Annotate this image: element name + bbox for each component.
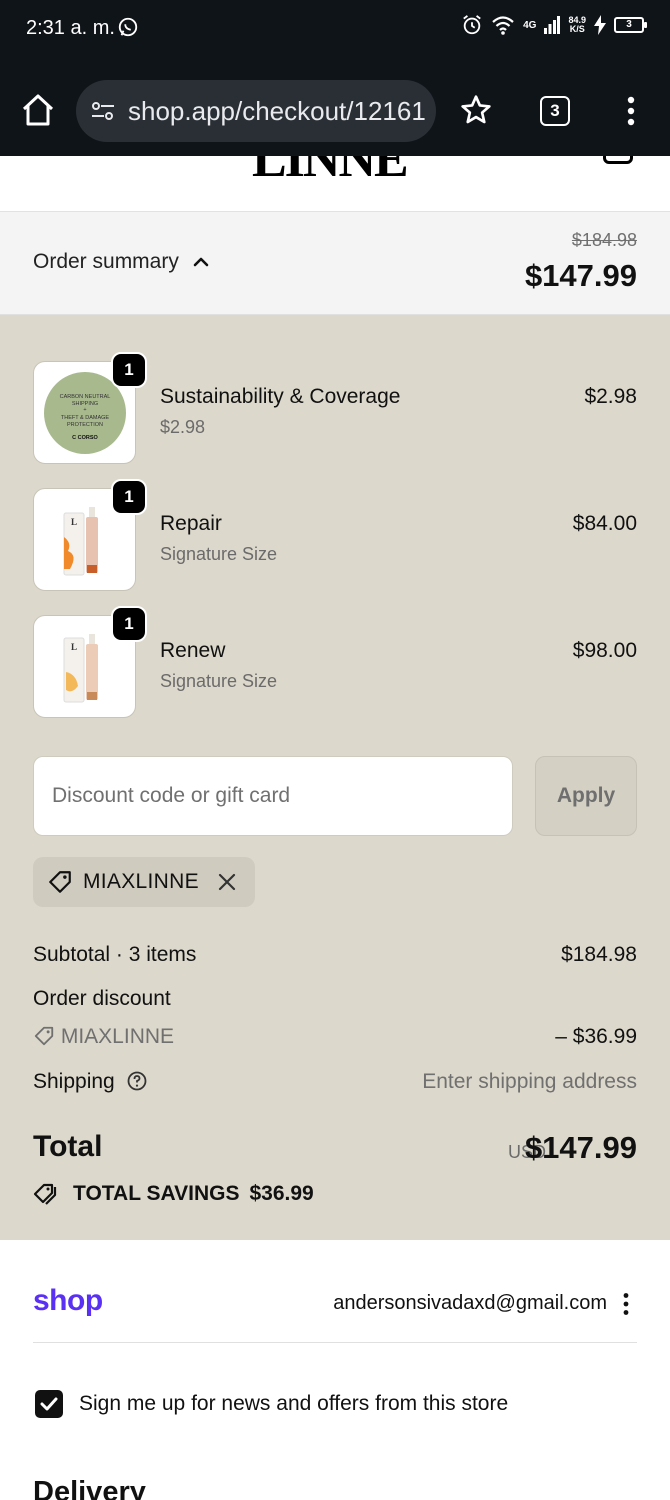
svg-text:THEFT & DAMAGE: THEFT & DAMAGE xyxy=(61,415,110,421)
svg-text:L: L xyxy=(71,642,77,652)
item-price: $98.00 xyxy=(572,639,637,662)
site-settings-icon[interactable] xyxy=(90,100,116,122)
help-circle-icon[interactable] xyxy=(127,1071,147,1091)
svg-text:C CORSO: C CORSO xyxy=(72,435,98,441)
line-item: L 1 Repair Signature Size $84.00 xyxy=(33,479,637,592)
order-summary-bar: Order summary $184.98 $147.99 xyxy=(0,212,670,315)
line-item: CARBON NEUTRAL SHIPPING + THEFT & DAMAGE… xyxy=(33,352,637,465)
total-label: Total xyxy=(33,1130,103,1163)
bookmark-star-icon[interactable] xyxy=(460,94,492,126)
subtotal-value: $184.98 xyxy=(561,943,637,966)
tag-icon xyxy=(34,1026,54,1046)
svg-text:+: + xyxy=(83,407,86,413)
discount-code-input[interactable] xyxy=(33,756,513,836)
section-divider xyxy=(33,1342,637,1343)
total-savings-value: $36.99 xyxy=(249,1182,314,1205)
remove-discount-icon[interactable] xyxy=(217,872,237,892)
discount-code-row: MIAXLINNE – $36.99 xyxy=(33,1025,637,1049)
item-price: $84.00 xyxy=(572,512,637,535)
subtotal-label: Subtotal · 3 items xyxy=(33,943,197,966)
newsletter-label[interactable]: Sign me up for news and offers from this… xyxy=(79,1392,508,1416)
signal-icon xyxy=(544,16,561,34)
apply-discount-button[interactable]: Apply xyxy=(535,756,637,836)
order-discount-label: Order discount xyxy=(33,987,171,1010)
total-savings-row: TOTAL SAVINGS $36.99 xyxy=(33,1181,314,1207)
order-summary-panel: CARBON NEUTRAL SHIPPING + THEFT & DAMAGE… xyxy=(0,315,670,1240)
shopping-bag-icon[interactable] xyxy=(603,156,633,164)
shop-logo: shop xyxy=(33,1284,103,1317)
chevron-up-icon xyxy=(193,257,209,267)
tag-icon xyxy=(49,871,71,893)
browser-toolbar: shop.app/checkout/12161 3 xyxy=(0,56,670,156)
store-header: LINNE xyxy=(0,156,670,212)
item-subtitle: Signature Size xyxy=(160,671,278,691)
svg-text:CARBON NEUTRAL: CARBON NEUTRAL xyxy=(60,394,111,400)
store-logo[interactable]: LINNE xyxy=(252,156,409,189)
checkmark-icon xyxy=(40,1397,58,1411)
url-text: shop.app/checkout/12161 xyxy=(128,96,426,126)
summary-total: $147.99 xyxy=(524,258,637,293)
tab-switcher-button[interactable]: 3 xyxy=(540,96,570,126)
quantity-badge: 1 xyxy=(111,479,147,515)
item-thumbnail: L 1 xyxy=(33,479,147,591)
quantity-badge: 1 xyxy=(111,606,147,642)
address-bar[interactable]: shop.app/checkout/12161 xyxy=(76,80,436,142)
item-subtitle: $2.98 xyxy=(160,417,206,437)
item-thumbnail: CARBON NEUTRAL SHIPPING + THEFT & DAMAGE… xyxy=(33,352,147,464)
battery-indicator: 3 xyxy=(614,17,647,33)
network-speed: 84.9 K/S xyxy=(568,15,586,34)
line-item: L 1 Renew Signature Size $98.00 xyxy=(33,606,637,719)
item-price: $2.98 xyxy=(584,385,637,408)
wifi-icon xyxy=(492,16,514,35)
item-name: Sustainability & Coverage xyxy=(160,385,401,408)
total-savings-label: TOTAL SAVINGS xyxy=(73,1182,240,1205)
item-name: Repair xyxy=(160,512,222,535)
whatsapp-icon xyxy=(118,17,138,37)
shipping-row: Shipping Enter shipping address xyxy=(33,1070,637,1094)
newsletter-checkbox[interactable] xyxy=(35,1390,63,1418)
status-bar: 2:31 a. m. 4G 84.9 K/S 3 xyxy=(0,0,670,56)
order-discount-row: Order discount xyxy=(33,987,637,1011)
browser-menu-icon[interactable] xyxy=(624,96,638,126)
applied-discount-code: MIAXLINNE xyxy=(83,870,199,893)
item-subtitle: Signature Size xyxy=(160,544,278,564)
order-summary-toggle[interactable]: Order summary xyxy=(33,250,209,274)
charging-icon xyxy=(594,15,606,35)
svg-text:L: L xyxy=(71,517,77,527)
item-thumbnail: L 1 xyxy=(33,606,147,718)
discount-code-name: MIAXLINNE xyxy=(60,1025,175,1048)
account-menu-icon[interactable] xyxy=(619,1292,633,1316)
home-icon[interactable] xyxy=(20,92,56,128)
alarm-icon xyxy=(463,15,481,35)
shipping-label: Shipping xyxy=(33,1070,115,1093)
svg-text:PROTECTION: PROTECTION xyxy=(67,422,103,428)
delivery-heading: Delivery xyxy=(33,1476,146,1500)
total-value: $147.99 xyxy=(524,1130,637,1165)
discount-value: – $36.99 xyxy=(555,1025,637,1048)
applied-discount-chip: MIAXLINNE xyxy=(33,857,255,907)
status-time: 2:31 a. m. xyxy=(26,17,115,39)
shipping-value: Enter shipping address xyxy=(422,1070,637,1093)
network-type: 4G xyxy=(523,19,537,31)
savings-tag-icon xyxy=(33,1183,57,1205)
order-summary-label: Order summary xyxy=(33,250,179,273)
quantity-badge: 1 xyxy=(111,352,147,388)
item-name: Renew xyxy=(160,639,226,662)
original-total: $184.98 xyxy=(571,230,637,250)
account-email: andersonsivadaxd@gmail.com xyxy=(333,1292,607,1314)
subtotal-row: Subtotal · 3 items $184.98 xyxy=(33,943,637,967)
